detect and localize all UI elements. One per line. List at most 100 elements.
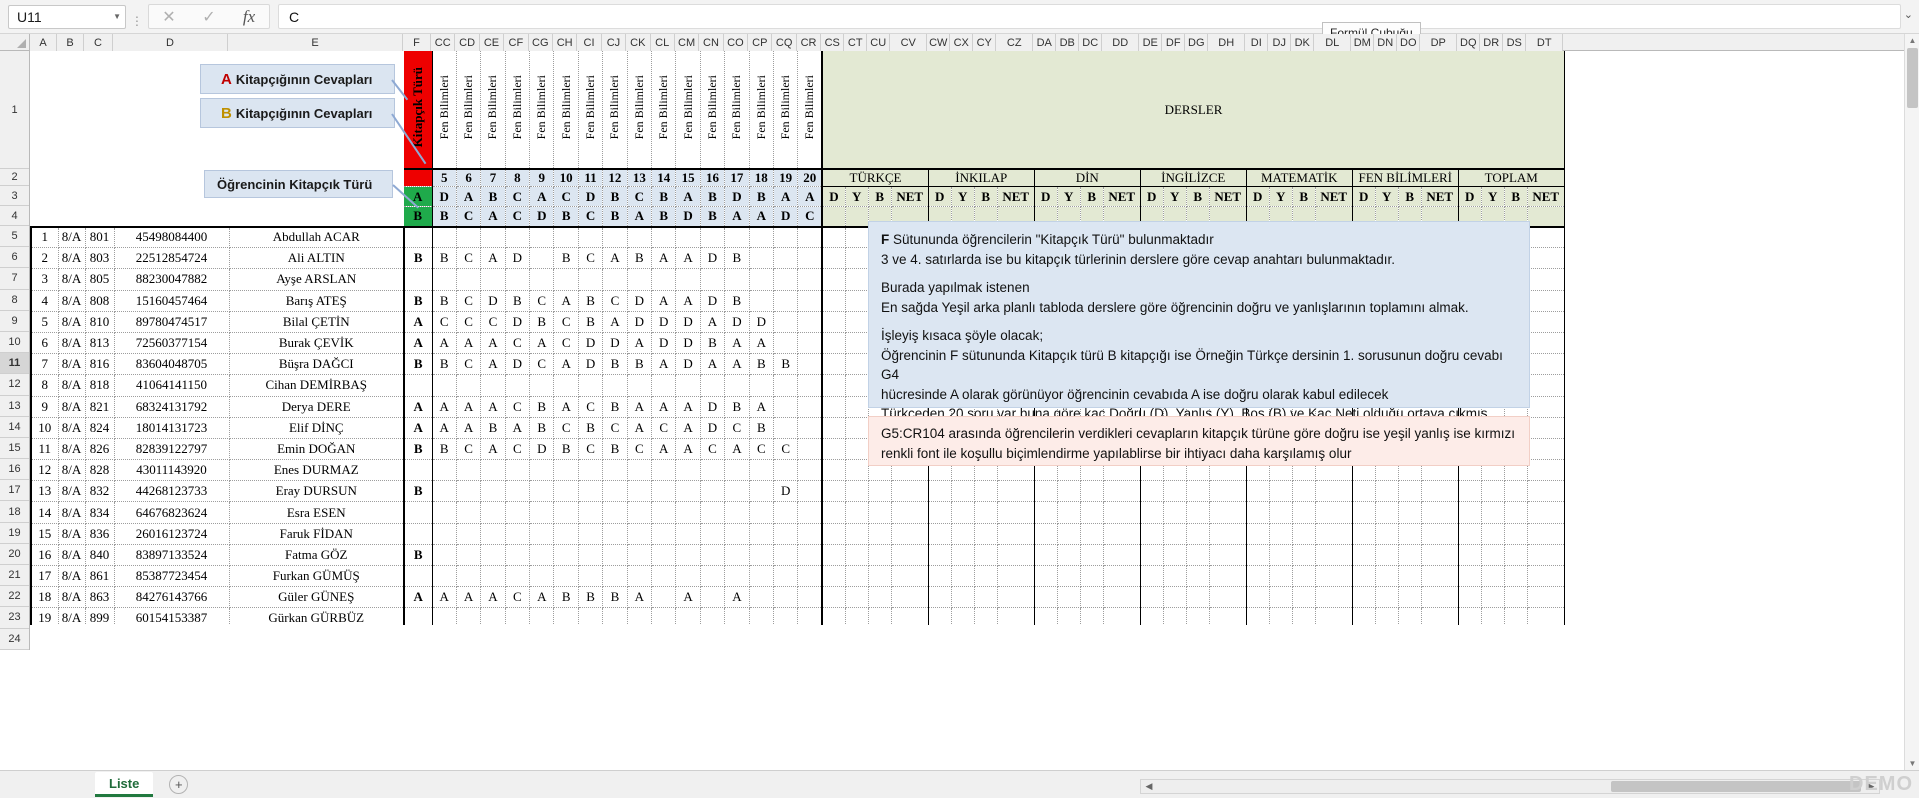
row-header-18[interactable]: 18 <box>0 501 29 523</box>
stat-cell-19-6-1[interactable] <box>1375 523 1399 545</box>
cell-B14[interactable]: 8/A <box>58 417 86 439</box>
cell-D6[interactable]: 22512854724 <box>114 247 230 270</box>
stat-cell-15-1-1[interactable] <box>845 438 869 461</box>
row-header-11[interactable]: 11 <box>0 353 29 375</box>
answer-cell-11-12[interactable]: A <box>700 353 726 376</box>
stat-cell-21-5-3[interactable] <box>1315 565 1353 588</box>
answer-cell-6-1[interactable]: B <box>432 247 457 270</box>
answer-cell-16-6[interactable] <box>553 459 579 482</box>
column-header-DC[interactable]: DC <box>1079 34 1103 51</box>
column-header-DE[interactable]: DE <box>1139 34 1163 51</box>
answer-cell-11-6[interactable]: A <box>553 353 579 376</box>
column-header-CS[interactable]: CS <box>821 34 845 51</box>
cell-B12[interactable]: 8/A <box>58 374 86 397</box>
stat-cell-19-5-0[interactable] <box>1246 523 1270 545</box>
answer-cell-15-2[interactable]: C <box>456 438 482 461</box>
answer-cell-6-14[interactable] <box>749 247 774 270</box>
stat-cell-7-7-3[interactable] <box>1527 268 1565 291</box>
answer-cell-9-4[interactable]: D <box>505 311 531 333</box>
answer-cell-16-12[interactable] <box>700 459 726 482</box>
answer-cell-13-11[interactable]: A <box>675 396 701 418</box>
stat-cell-21-6-0[interactable] <box>1352 565 1376 588</box>
answer-cell-9-12[interactable]: A <box>700 311 726 333</box>
stat-cell-23-4-0[interactable] <box>1140 607 1164 625</box>
stat-cell-23-1-0[interactable] <box>822 607 846 625</box>
answer-cell-7-10[interactable] <box>651 268 677 291</box>
cell-D16[interactable]: 43011143920 <box>114 459 230 482</box>
answer-cell-12-13[interactable] <box>724 374 750 397</box>
answer-cell-10-15[interactable] <box>773 332 799 355</box>
answer-cell-13-6[interactable]: A <box>553 396 579 418</box>
column-header-CU[interactable]: CU <box>867 34 891 51</box>
answer-cell-11-13[interactable]: A <box>724 353 750 376</box>
stat-cell-18-2-1[interactable] <box>951 501 975 524</box>
answer-cell-16-1[interactable] <box>432 459 457 482</box>
column-header-CN[interactable]: CN <box>699 34 724 51</box>
answer-cell-9-11[interactable]: D <box>675 311 701 333</box>
stat-cell-18-4-3[interactable] <box>1209 501 1247 524</box>
answer-cell-20-11[interactable] <box>675 544 701 567</box>
answer-cell-19-10[interactable] <box>651 523 677 545</box>
cell-D11[interactable]: 83604048705 <box>114 353 230 376</box>
column-header-CZ[interactable]: CZ <box>996 34 1034 51</box>
answer-cell-9-3[interactable]: C <box>480 311 506 333</box>
row-header-21[interactable]: 21 <box>0 565 29 587</box>
cell-C21[interactable]: 861 <box>85 565 115 588</box>
answer-cell-12-6[interactable] <box>553 374 579 397</box>
cell-C9[interactable]: 810 <box>85 311 115 333</box>
stat-cell-23-1-3[interactable] <box>891 607 929 625</box>
stat-cell-22-5-0[interactable] <box>1246 586 1270 609</box>
stat-cell-17-3-1[interactable] <box>1057 480 1081 503</box>
cell-B20[interactable]: 8/A <box>58 544 86 567</box>
stat-cell-23-2-0[interactable] <box>928 607 952 625</box>
cell-C14[interactable]: 824 <box>85 417 115 439</box>
row-header-14[interactable]: 14 <box>0 416 29 438</box>
column-header-CQ[interactable]: CQ <box>772 34 797 51</box>
answer-cell-12-2[interactable] <box>456 374 482 397</box>
answer-cell-16-10[interactable] <box>651 459 677 482</box>
cell-F11[interactable]: B <box>404 353 433 376</box>
column-header-A[interactable]: A <box>30 34 57 51</box>
cell-D7[interactable]: 88230047882 <box>114 268 230 291</box>
answer-cell-7-13[interactable] <box>724 268 750 291</box>
answer-cell-20-5[interactable] <box>529 544 555 567</box>
row-header-23[interactable]: 23 <box>0 607 29 629</box>
stat-cell-23-2-1[interactable] <box>951 607 975 625</box>
answer-cell-6-7[interactable]: C <box>578 247 604 270</box>
answer-cell-23-9[interactable] <box>627 607 653 625</box>
answer-cell-11-3[interactable]: A <box>480 353 506 376</box>
stat-cell-18-5-0[interactable] <box>1246 501 1270 524</box>
stat-cell-16-7-3[interactable] <box>1527 459 1565 482</box>
answer-cell-23-2[interactable] <box>456 607 482 625</box>
stat-cell-17-4-2[interactable] <box>1186 480 1210 503</box>
cell-B1[interactable] <box>58 51 85 169</box>
stat-cell-21-4-2[interactable] <box>1186 565 1210 588</box>
stat-cell-17-2-2[interactable] <box>974 480 998 503</box>
answer-cell-20-6[interactable] <box>553 544 579 567</box>
stat-cell-18-1-1[interactable] <box>845 501 869 524</box>
stat-cell-20-7-0[interactable] <box>1458 544 1482 567</box>
stat-cell-20-2-1[interactable] <box>951 544 975 567</box>
stat-cell-19-4-2[interactable] <box>1186 523 1210 545</box>
chevron-down-icon[interactable]: ▼ <box>113 12 121 21</box>
answer-cell-16-3[interactable] <box>480 459 506 482</box>
column-header-DD[interactable]: DD <box>1102 34 1140 51</box>
answer-cell-19-7[interactable] <box>578 523 604 545</box>
stat-cell-22-6-1[interactable] <box>1375 586 1399 609</box>
stat-cell-20-4-1[interactable] <box>1163 544 1187 567</box>
answer-cell-15-8[interactable]: B <box>602 438 628 461</box>
answer-cell-9-5[interactable]: B <box>529 311 555 333</box>
column-header-CT[interactable]: CT <box>844 34 868 51</box>
stat-cell-11-7-3[interactable] <box>1527 353 1565 376</box>
stat-cell-17-6-0[interactable] <box>1352 480 1376 503</box>
answer-cell-10-8[interactable]: D <box>602 332 628 355</box>
answer-cell-17-11[interactable] <box>675 480 701 503</box>
callout-student-booklet-type[interactable]: Öğrencinin Kitapçık Türü <box>204 170 393 198</box>
answer-cell-11-5[interactable]: C <box>529 353 555 376</box>
answer-cell-20-13[interactable] <box>724 544 750 567</box>
stat-cell-22-3-0[interactable] <box>1034 586 1058 609</box>
answer-cell-10-5[interactable]: A <box>529 332 555 355</box>
answer-cell-20-4[interactable] <box>505 544 531 567</box>
stat-cell-17-7-2[interactable] <box>1504 480 1528 503</box>
stat-cell-19-1-0[interactable] <box>822 523 846 545</box>
